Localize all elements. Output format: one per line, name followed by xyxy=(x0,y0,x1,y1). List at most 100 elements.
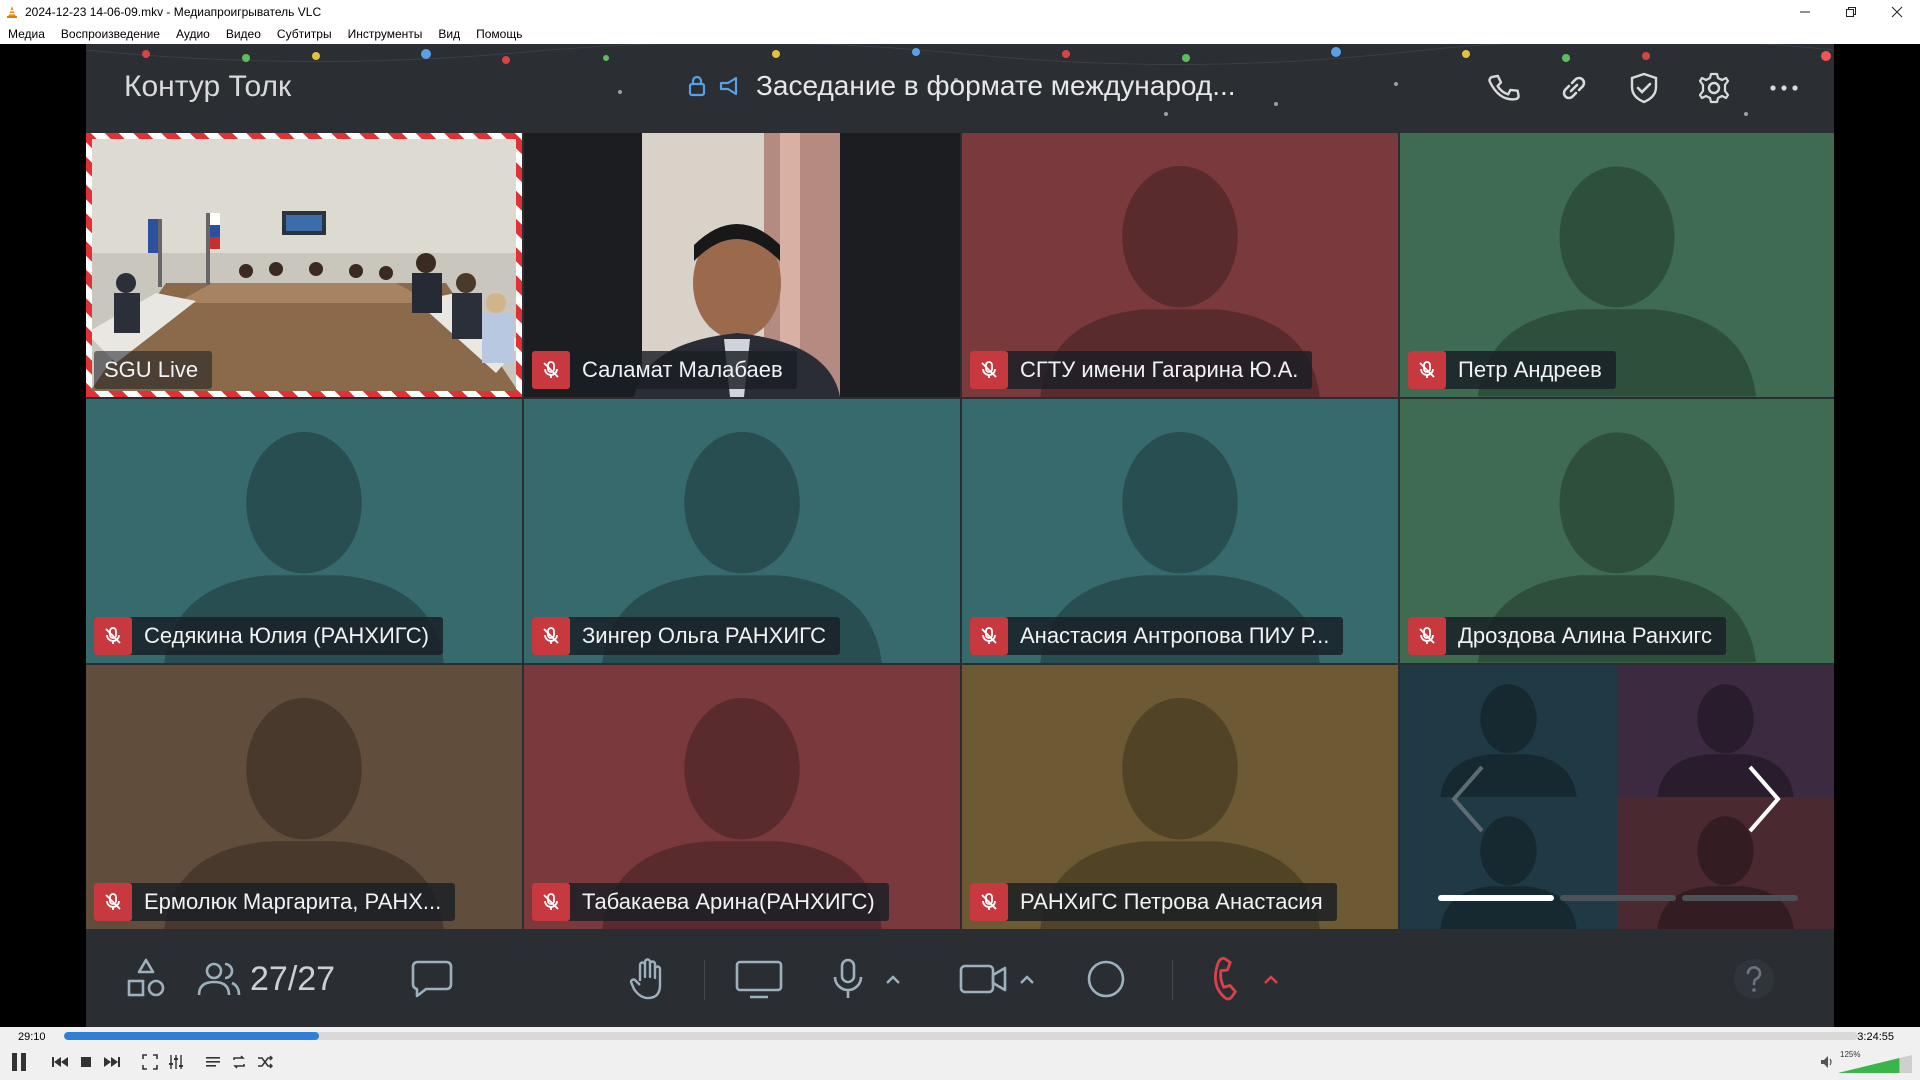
speaker-icon xyxy=(1821,1056,1832,1068)
security-button[interactable] xyxy=(1624,68,1664,108)
camera-options-button[interactable] xyxy=(1018,954,1036,1004)
pause-icon xyxy=(12,1053,26,1071)
skip-forward-icon xyxy=(104,1057,120,1067)
participant-tile[interactable]: Зингер Ольга РАНХИГС xyxy=(524,399,960,663)
toolbar-separator xyxy=(704,960,705,1000)
menu-playback[interactable]: Воспроизведение xyxy=(53,27,168,41)
mute-button[interactable] xyxy=(1818,1053,1836,1071)
menu-subtitles[interactable]: Субтитры xyxy=(269,27,340,41)
menu-audio[interactable]: Аудио xyxy=(168,27,218,41)
menu-view[interactable]: Вид xyxy=(430,27,468,41)
extended-settings-button[interactable] xyxy=(164,1050,188,1074)
brand-logo: Контур Толк xyxy=(124,70,292,103)
participant-namebar: Анастасия Антропова ПИУ Р... xyxy=(970,617,1344,655)
mic-off-icon xyxy=(981,627,997,644)
loop-button[interactable] xyxy=(227,1050,251,1074)
participant-name: СГТУ имени Гагарина Ю.А. xyxy=(1020,357,1299,382)
vlc-cone-icon xyxy=(7,5,17,18)
volume-percent: 125% xyxy=(1840,1050,1861,1059)
screen-share-button[interactable] xyxy=(734,954,784,1004)
stop-button[interactable] xyxy=(74,1050,98,1074)
menu-help[interactable]: Помощь xyxy=(468,27,530,41)
participants-icon xyxy=(197,962,241,996)
meeting-window: Контур Толк Заседание в формате междунар… xyxy=(86,44,1834,1027)
hangup-options-button[interactable] xyxy=(1262,954,1280,1004)
participant-namebar: Дроздова Алина Ранхигс xyxy=(1408,617,1727,655)
minimize-button[interactable] xyxy=(1782,0,1828,23)
chat-button[interactable] xyxy=(410,954,454,1004)
elapsed-time: 29:10 xyxy=(18,1031,46,1043)
next-button[interactable] xyxy=(100,1050,124,1074)
participant-tile[interactable]: Саламат Малабаев xyxy=(524,133,960,397)
mic-off-icon xyxy=(1419,627,1435,644)
participant-name: Седякина Юлия (РАНХИГС) xyxy=(144,623,429,648)
mic-off-icon xyxy=(981,361,997,378)
megaphone-icon xyxy=(719,76,738,96)
window-controls xyxy=(1782,0,1920,23)
participant-tile[interactable]: Анастасия Антропова ПИУ Р... xyxy=(962,399,1398,663)
page-dot[interactable] xyxy=(1438,895,1554,901)
participant-tile[interactable]: Табакаева Арина(РАНХИГС) xyxy=(524,665,960,929)
screen-share-icon xyxy=(735,960,783,999)
page-dot[interactable] xyxy=(1560,895,1676,901)
hangup-button[interactable] xyxy=(1204,954,1248,1004)
shuffle-button[interactable] xyxy=(253,1050,277,1074)
settings-button[interactable] xyxy=(1694,68,1734,108)
seek-bar[interactable] xyxy=(64,1032,1858,1040)
loop-icon xyxy=(233,1055,245,1069)
participant-tile[interactable]: Петр Андреев xyxy=(1400,133,1834,397)
participant-tile-sgu-live[interactable]: SGU Live xyxy=(86,133,522,397)
meeting-title-group: Заседание в формате международ... xyxy=(688,70,1236,102)
fullscreen-button[interactable] xyxy=(138,1050,162,1074)
microphone-button[interactable] xyxy=(830,954,866,1004)
link-icon xyxy=(1562,76,1586,100)
close-button[interactable] xyxy=(1874,0,1920,23)
microphone-icon xyxy=(833,958,863,998)
mic-muted-badge xyxy=(970,617,1008,655)
participant-namebar: Ермолюк Маргарита, РАНХ... xyxy=(94,883,456,921)
participant-tile[interactable]: СГТУ имени Гагарина Ю.А. xyxy=(962,133,1398,397)
record-button[interactable] xyxy=(1086,954,1126,1004)
raise-hand-button[interactable] xyxy=(626,954,670,1004)
participant-tile[interactable]: РАНХиГС Петрова Анастасия xyxy=(962,665,1398,929)
more-participants-tile[interactable] xyxy=(1400,665,1834,929)
menu-media[interactable]: Медиа xyxy=(0,27,53,41)
participant-namebar: Саламат Малабаев xyxy=(532,351,797,389)
microphone-options-button[interactable] xyxy=(884,954,902,1004)
video-area[interactable]: Контур Толк Заседание в формате междунар… xyxy=(0,44,1920,1027)
volume-slider[interactable]: 125% xyxy=(1838,1050,1912,1075)
page-dot[interactable] xyxy=(1682,895,1798,901)
participant-tile[interactable]: Седякина Юлия (РАНХИГС) xyxy=(86,399,522,663)
call-button[interactable] xyxy=(1484,68,1524,108)
meeting-toolbar: 27/27 xyxy=(86,932,1834,1027)
meeting-header: Контур Толк Заседание в формате междунар… xyxy=(86,44,1834,132)
mic-muted-badge xyxy=(970,351,1008,389)
participant-tile[interactable]: Ермолюк Маргарита, РАНХ... xyxy=(86,665,522,929)
more-button[interactable] xyxy=(1764,68,1804,108)
prev-page-button[interactable] xyxy=(1448,763,1488,840)
pause-button[interactable] xyxy=(5,1048,33,1076)
participants-button[interactable]: 27/27 xyxy=(196,954,335,1004)
menu-tools[interactable]: Инструменты xyxy=(340,27,431,41)
help-button[interactable] xyxy=(1732,954,1776,1004)
raise-hand-icon xyxy=(629,958,662,1000)
shield-check-icon xyxy=(1630,72,1658,104)
mic-muted-badge xyxy=(94,883,132,921)
apps-button[interactable] xyxy=(126,954,166,1004)
mic-off-icon xyxy=(543,627,559,644)
previous-button[interactable] xyxy=(48,1050,72,1074)
equalizer-icon xyxy=(169,1055,183,1069)
copy-link-button[interactable] xyxy=(1554,68,1594,108)
page-indicator xyxy=(1438,895,1798,901)
participant-name: Саламат Малабаев xyxy=(582,357,783,382)
next-page-button[interactable] xyxy=(1744,763,1784,840)
restore-button[interactable] xyxy=(1828,0,1874,23)
participant-namebar: SGU Live xyxy=(94,351,213,389)
camera-button[interactable] xyxy=(958,954,1008,1004)
participant-tile[interactable]: Дроздова Алина Ранхигс xyxy=(1400,399,1834,663)
mic-muted-badge xyxy=(532,883,570,921)
menu-video[interactable]: Видео xyxy=(218,27,269,41)
participant-name: РАНХиГС Петрова Анастасия xyxy=(1020,889,1323,914)
lock-icon xyxy=(688,75,706,97)
playlist-button[interactable] xyxy=(201,1050,225,1074)
